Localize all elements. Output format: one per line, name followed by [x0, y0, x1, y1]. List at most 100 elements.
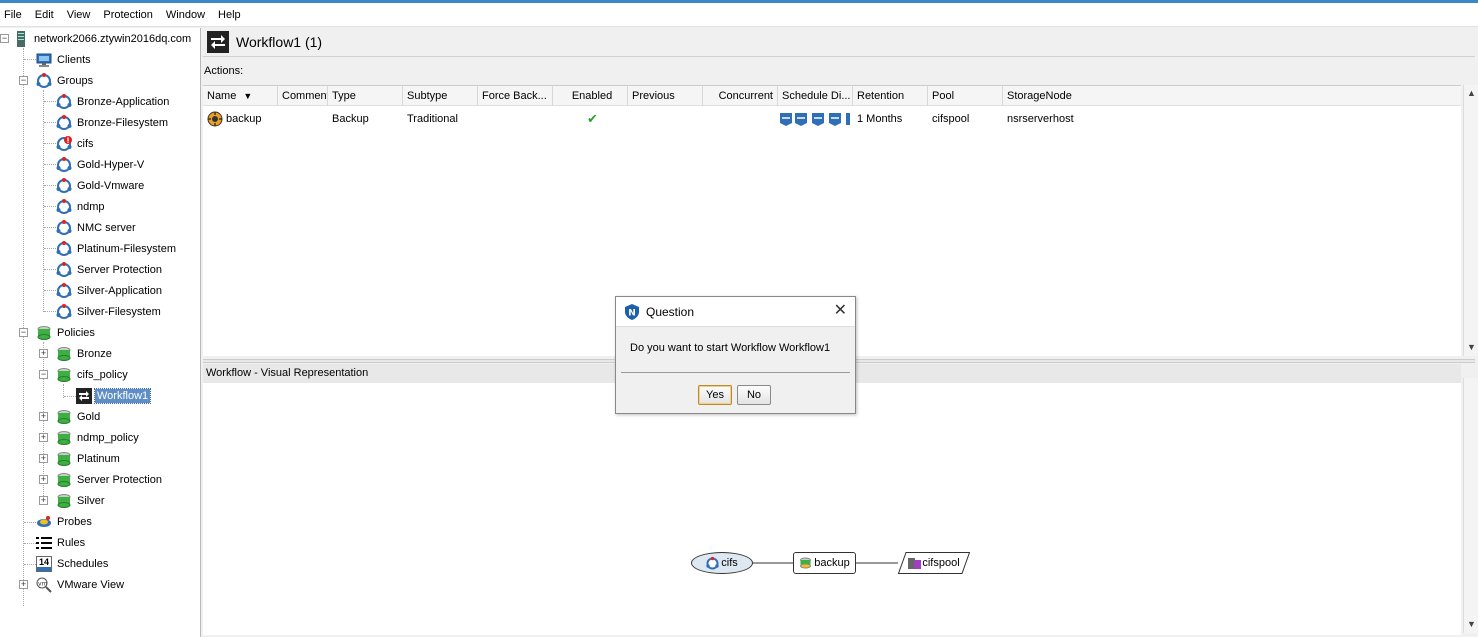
- scroll-down-icon[interactable]: ▼: [1466, 619, 1477, 630]
- tree-item-clients[interactable]: Clients: [36, 49, 93, 70]
- group-icon: [56, 93, 72, 110]
- menu-protection[interactable]: Protection: [98, 3, 161, 27]
- rules-label: Rules: [57, 536, 86, 549]
- yes-button[interactable]: Yes: [698, 385, 732, 405]
- tree-group-item[interactable]: Gold-Hyper-V: [56, 154, 146, 175]
- tree-policy-item[interactable]: Platinum: [56, 448, 122, 469]
- tree-group-item[interactable]: Silver-Application: [56, 280, 164, 301]
- workflow-label: Workflow1: [93, 387, 152, 404]
- tree-item-workflow1[interactable]: Workflow1: [76, 385, 152, 406]
- menu-file[interactable]: File: [0, 3, 30, 27]
- action-icon: [799, 557, 812, 570]
- collapse-toggle[interactable]: −: [39, 370, 48, 379]
- policies-label: Policies: [57, 326, 95, 339]
- page-title: Workflow1 (1): [236, 34, 323, 50]
- expand-toggle[interactable]: +: [39, 475, 48, 484]
- no-button[interactable]: No: [737, 385, 771, 405]
- tree-item-probes[interactable]: Probes: [36, 511, 94, 532]
- tree-policy-item[interactable]: Bronze: [56, 343, 114, 364]
- menu-help[interactable]: Help: [213, 3, 249, 27]
- policy-label: Platinum: [77, 452, 120, 465]
- tree-policy-item[interactable]: cifs_policy: [56, 364, 130, 385]
- table-scrollbar[interactable]: ▲ ▼: [1463, 85, 1478, 356]
- column-header-retention[interactable]: Retention: [853, 86, 928, 106]
- tree-policy-item[interactable]: Silver: [56, 490, 107, 511]
- menu-edit[interactable]: Edit: [30, 3, 62, 27]
- policy-icon: [56, 430, 72, 446]
- tree-group-item[interactable]: NMC server: [56, 217, 138, 238]
- tree-group-item[interactable]: Server Protection: [56, 259, 164, 280]
- tree-server[interactable]: − network2066.ztywin2016dq.com: [0, 28, 193, 49]
- expand-toggle[interactable]: +: [39, 496, 48, 505]
- scroll-up-icon[interactable]: ▲: [1466, 88, 1477, 99]
- workflow-node-group[interactable]: cifs: [691, 552, 753, 574]
- tree-item-schedules[interactable]: 14 Schedules: [36, 553, 110, 574]
- collapse-toggle[interactable]: −: [0, 34, 9, 43]
- table-cell-retention: 1 Months: [857, 113, 903, 125]
- policies-collapse-toggle[interactable]: −: [19, 328, 28, 337]
- workflow-header: Workflow1 (1): [203, 28, 1475, 57]
- tree-policy-item[interactable]: Server Protection: [56, 469, 164, 490]
- group-label: Gold-Vmware: [77, 179, 145, 192]
- group-icon: [36, 72, 52, 89]
- table-cell-storagenode: nsrserverhost: [1007, 113, 1074, 125]
- table-cell-type: Backup: [332, 113, 369, 125]
- tree-policy-item[interactable]: Gold: [56, 406, 102, 427]
- expand-toggle[interactable]: +: [39, 433, 48, 442]
- tree-group-item[interactable]: Gold-Vmware: [56, 175, 146, 196]
- column-header-type[interactable]: Type: [328, 86, 403, 106]
- tree-group-item[interactable]: Silver-Filesystem: [56, 301, 163, 322]
- expand-toggle[interactable]: +: [19, 580, 28, 589]
- table-cell-pool: cifspool: [932, 113, 970, 125]
- workflow-node-pool[interactable]: cifspool: [898, 552, 970, 574]
- policy-icon: [36, 325, 52, 341]
- column-header-subtype[interactable]: Subtype: [403, 86, 478, 106]
- policy-label: ndmp_policy: [77, 431, 139, 444]
- column-header-storagenode[interactable]: StorageNode: [1003, 86, 1461, 106]
- tree-group-item[interactable]: cifs: [56, 133, 96, 154]
- vmware-icon: vm: [36, 577, 52, 593]
- group-label: Bronze-Application: [77, 95, 170, 108]
- policy-label: cifs_policy: [77, 368, 128, 381]
- tree-group-item[interactable]: Platinum-Filesystem: [56, 238, 178, 259]
- tree-group-item[interactable]: Bronze-Application: [56, 91, 171, 112]
- expand-toggle[interactable]: +: [39, 349, 48, 358]
- tree-item-vmware-view[interactable]: vm VMware View: [36, 574, 126, 595]
- column-header-schedule[interactable]: Schedule Di...: [778, 86, 853, 106]
- column-header-name[interactable]: Name ▼: [203, 86, 278, 106]
- table-row-name[interactable]: backup: [203, 110, 278, 128]
- menu-window[interactable]: Window: [161, 3, 213, 27]
- tree-line: [44, 101, 56, 102]
- expand-toggle[interactable]: +: [39, 454, 48, 463]
- scroll-down-icon[interactable]: ▼: [1466, 342, 1477, 353]
- group-label: Bronze-Filesystem: [77, 116, 169, 129]
- tree-group-item[interactable]: Bronze-Filesystem: [56, 112, 170, 133]
- expand-toggle[interactable]: +: [39, 412, 48, 421]
- tree-item-rules[interactable]: Rules: [36, 532, 87, 553]
- column-header-enabled[interactable]: Enabled: [553, 86, 628, 106]
- svg-text:N: N: [628, 308, 636, 318]
- visual-scrollbar[interactable]: ▼: [1463, 378, 1478, 633]
- group-icon: [56, 261, 72, 278]
- close-icon[interactable]: ✕: [834, 303, 847, 319]
- column-header-comment[interactable]: Comment: [278, 86, 328, 106]
- group-icon: [56, 219, 72, 236]
- group-label: ndmp: [77, 200, 105, 213]
- column-header-previous[interactable]: Previous: [628, 86, 703, 106]
- column-header-pool[interactable]: Pool: [928, 86, 1003, 106]
- calendar-icon: 14: [36, 555, 52, 572]
- column-header-concurrent[interactable]: Concurrent: [703, 86, 778, 106]
- tree-line: [44, 122, 56, 123]
- column-header-force-backup[interactable]: Force Back...: [478, 86, 553, 106]
- menu-view[interactable]: View: [62, 3, 99, 27]
- tree-item-groups[interactable]: Groups: [36, 70, 95, 91]
- workflow-node-action[interactable]: backup: [793, 552, 856, 574]
- workflow-icon: [207, 31, 229, 53]
- groups-collapse-toggle[interactable]: −: [19, 76, 28, 85]
- tree-line: [44, 269, 56, 270]
- tree-policy-item[interactable]: ndmp_policy: [56, 427, 141, 448]
- tree-group-item[interactable]: ndmp: [56, 196, 107, 217]
- probes-label: Probes: [57, 515, 92, 528]
- policy-label: Server Protection: [77, 473, 162, 486]
- tree-item-policies[interactable]: Policies: [36, 322, 97, 343]
